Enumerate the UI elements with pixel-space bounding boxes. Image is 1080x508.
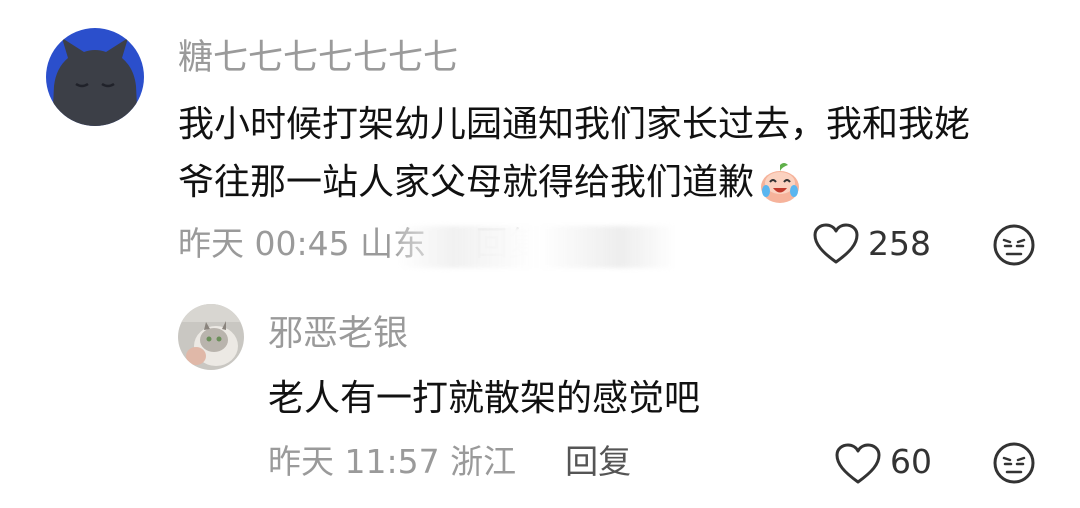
comment-text-line: 我小时候打架幼儿园通知我们家长过去，我和我姥 <box>178 104 971 145</box>
avatar[interactable] <box>178 304 244 370</box>
comment-time: 昨天 11:57 <box>268 442 440 481</box>
crying-laughing-emoji-icon <box>761 163 800 203</box>
like-count: 258 <box>868 224 931 263</box>
like-button[interactable] <box>812 222 860 266</box>
comment-username[interactable]: 邪恶老银 <box>268 310 408 358</box>
comment-text: 老人有一打就散架的感觉吧 <box>268 378 701 419</box>
comment-text-line-2: 爷往那一站人家父母就得给我们道歉 <box>178 162 755 203</box>
heart-icon <box>813 223 859 264</box>
comment-text-line: 爷往那一站人家父母就得给我们道歉 <box>178 154 1048 212</box>
comment-username[interactable]: 糖七七七七七七七 <box>178 34 458 82</box>
dislike-button[interactable] <box>992 441 1036 485</box>
blurred-overlay <box>398 226 676 268</box>
comment-meta: 昨天 11:57 浙江 回复 <box>268 438 631 486</box>
comment-text: 我小时候打架幼儿园通知我们家长过去，我和我姥 爷往那一站人家父母就得给我们道歉 <box>178 96 1048 212</box>
comment-location: 浙江 <box>450 442 517 481</box>
cat-photo-avatar-icon <box>178 304 244 370</box>
comment-time: 昨天 00:45 <box>178 224 350 263</box>
avatar[interactable] <box>46 28 144 126</box>
reply-button[interactable]: 回复 <box>565 442 631 481</box>
expressionless-face-icon <box>993 442 1035 484</box>
dislike-button[interactable] <box>992 223 1036 267</box>
heart-icon <box>835 443 881 484</box>
cat-avatar-icon <box>46 28 144 126</box>
like-count: 60 <box>890 442 932 481</box>
expressionless-face-icon <box>993 224 1035 266</box>
like-button[interactable] <box>834 442 882 486</box>
